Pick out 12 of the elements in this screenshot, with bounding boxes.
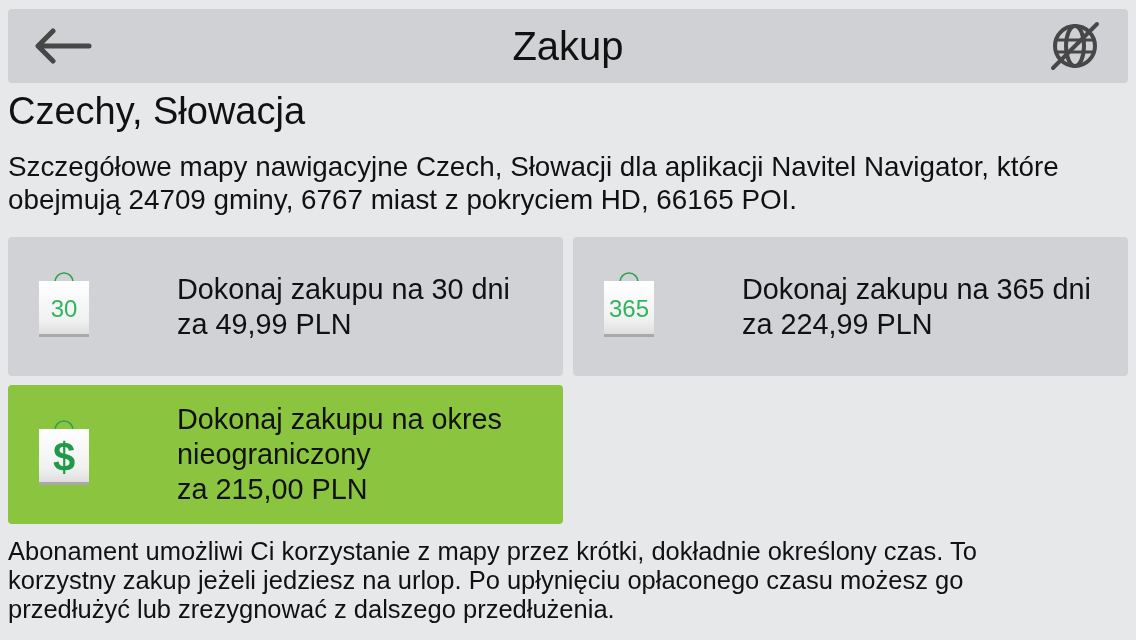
region-description: Szczegółowe mapy nawigacyjne Czech, Słowacji dla aplikacji Navitel Navigator, które obejmują 24709 gminy, 6767 miast z pokryciem HD, 66165 POI.	[8, 150, 1060, 216]
purchase-option[interactable]: $ Dokonaj zakupu na okres nieograniczony za 215,00 PLN	[8, 385, 563, 524]
purchase-option[interactable]: 30 Dokonaj zakupu na 30 dni za 49,99 PLN	[8, 237, 563, 376]
bag-label: 30	[50, 296, 78, 321]
bag-label: 365	[609, 296, 649, 321]
bag-label: $	[52, 436, 76, 477]
crossed-globe-icon	[1050, 21, 1100, 71]
region-title: Czechy, Słowacja	[8, 91, 306, 131]
arrow-left-icon	[34, 28, 92, 64]
subscription-note: Abonament umożliwi Ci korzystanie z mapy przez krótki, dokładnie określony czas. To korzystny zakup jeżeli jedziesz na urlop. Po upłynięciu opłaconego czasu możesz go przedłużyć lub zrezygnować z dalszego przedłużenia.	[8, 537, 978, 624]
page-title: Zakup	[512, 23, 624, 69]
purchase-option[interactable]: 365 Dokonaj zakupu na 365 dni za 224,99 PLN	[573, 237, 1128, 376]
